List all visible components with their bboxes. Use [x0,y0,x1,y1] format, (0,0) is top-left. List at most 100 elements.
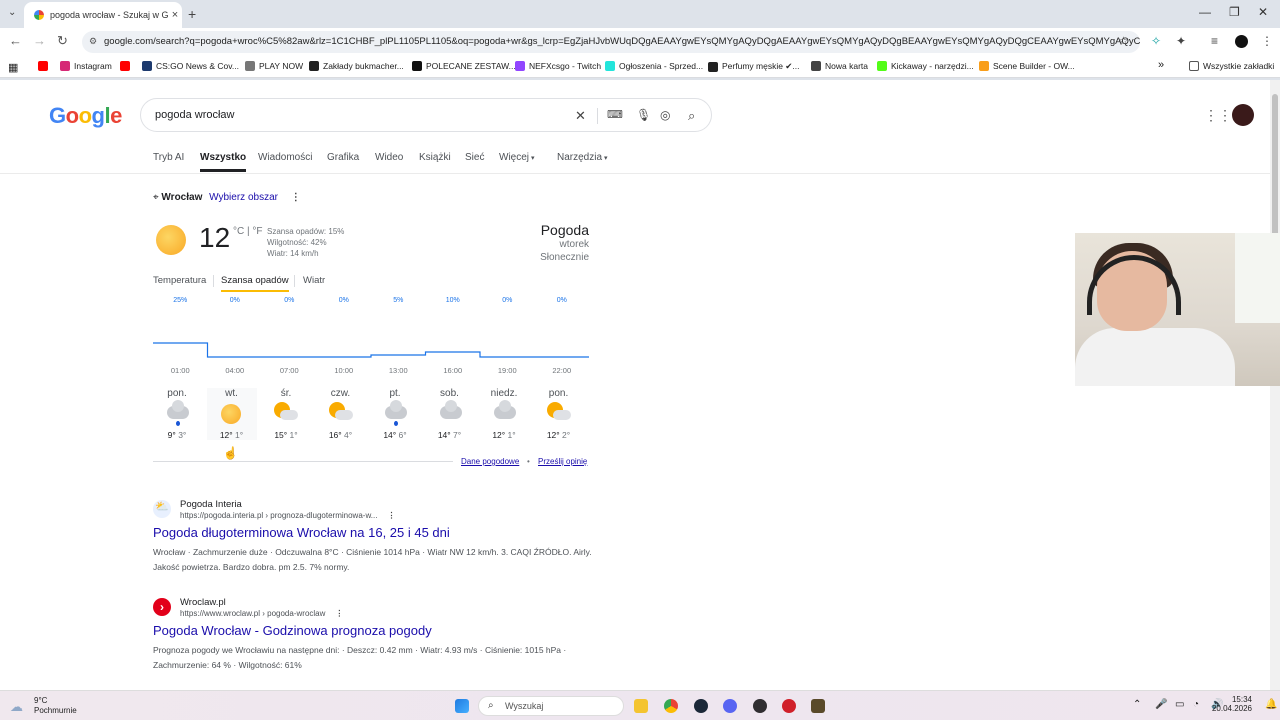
tab-books[interactable]: Książki [419,152,451,163]
start-icon[interactable] [455,699,469,713]
forecast-day[interactable]: czw. 16° 4° [316,388,366,440]
tab-web[interactable]: Sieć [465,152,484,163]
tab-videos[interactable]: Wideo [375,152,403,163]
all-bookmarks-folder[interactable]: Wszystkie zakładki [1189,61,1274,71]
notifications-icon[interactable]: 🔔 [1265,699,1277,710]
bookmark-item[interactable] [120,61,134,71]
bookmark-item[interactable]: PLAY NOW [245,61,303,71]
search-box[interactable]: pogoda wrocław ✕ ⌨ 🎙 ◎ ⌕ [140,98,712,132]
bookmark-item[interactable] [38,61,52,71]
bookmark-item[interactable]: Scene Builder - OW... [979,61,1075,71]
result-site-name[interactable]: Pogoda Interia [180,499,242,510]
tab-all[interactable]: Wszystko [200,152,247,172]
tab-news[interactable]: Wiadomości [258,152,312,163]
bookmark-label: Scene Builder - OW... [993,61,1075,71]
bookmark-item[interactable]: CS:GO News & Cov... [142,61,239,71]
forecast-day[interactable]: pon. 9° 3° [152,388,202,440]
app-icon[interactable] [782,699,796,713]
discord-icon[interactable] [723,699,737,713]
forecast-day[interactable]: pon. 12° 2° [534,388,584,440]
result-menu-icon[interactable]: ⋮ [387,511,395,520]
profile-avatar-icon[interactable] [1235,35,1248,48]
pick-area-link[interactable]: Wybierz obszar [209,192,278,203]
forecast-day[interactable]: wt. 12° 1° [206,388,257,440]
bookmark-item[interactable]: NEFXcsgo - Twitch [515,61,601,71]
back-icon[interactable]: ← [9,33,22,48]
keyboard-icon[interactable]: ⌨ [607,108,623,121]
bookmark-star-icon[interactable]: ☆ [1118,34,1129,48]
tab-wind[interactable]: Wiatr [303,275,325,286]
menu-icon[interactable]: ⋮ [1261,34,1273,48]
browser-tab[interactable]: pogoda wrocław - Szukaj w Go × [24,2,182,28]
scrollbar-thumb[interactable] [1272,94,1278,244]
weather-data-link[interactable]: Dane pogodowe [461,457,519,466]
tray-chevron-icon[interactable]: ⌃ [1133,699,1141,710]
chrome-icon[interactable] [664,699,678,713]
tab-temperature[interactable]: Temperatura [153,275,206,286]
puzzle-extensions-icon[interactable]: ✦ [1176,34,1186,48]
day-name: czw. [330,388,351,399]
google-logo[interactable]: Google [49,103,122,129]
result-url[interactable]: https://pogoda.interia.pl › prognoza-dlu… [180,511,395,520]
new-tab-button[interactable]: + [188,6,196,22]
address-bar[interactable]: ⚙ google.com/search?q=pogoda+wroc%C5%82a… [82,31,1140,53]
display-icon[interactable]: ▭ [1175,699,1184,710]
result-menu-icon[interactable]: ⋮ [335,609,343,618]
precipitation-label: 0% [557,297,567,304]
bookmark-item[interactable]: POLECANE ZESTAW... [412,61,516,71]
site-info-icon[interactable]: ⚙ [89,36,97,47]
account-avatar[interactable] [1232,104,1254,126]
lens-icon[interactable]: ◎ [660,108,670,122]
taskbar-search[interactable]: ⌕ Wyszukaj [478,696,624,716]
search-icon[interactable]: ⌕ [688,108,695,124]
day-low: 1° [289,430,298,440]
day-high: 9° [167,430,176,440]
result-title-link[interactable]: Pogoda długoterminowa Wrocław na 16, 25 … [153,525,450,540]
clear-icon[interactable]: ✕ [575,108,586,124]
bookmark-item[interactable]: Zakłady bukmacher... [309,61,404,71]
search-input[interactable]: pogoda wrocław [155,109,235,121]
forward-icon[interactable]: → [33,33,46,48]
more-options-icon[interactable]: ⋮ [291,192,301,203]
chevron-down-icon: ▾ [531,155,535,162]
apps-icon[interactable]: ▦ [8,61,18,74]
minimize-icon[interactable]: — [1199,5,1211,19]
feedback-link[interactable]: Prześlij opinię [538,457,587,466]
forecast-day[interactable]: pt. 14° 6° [370,388,420,440]
close-window-icon[interactable]: ✕ [1258,5,1268,19]
obs-icon[interactable] [753,699,767,713]
media-icon[interactable]: ≡ [1211,34,1218,48]
bookmark-item[interactable]: Perfumy męskie ✔... [708,61,800,72]
unit-toggle[interactable]: °C | °F [233,226,262,237]
tab-tools[interactable]: Narzędzia [557,152,602,163]
tab-more[interactable]: Więcej [499,152,529,163]
steam-icon[interactable] [694,699,708,713]
tab-ai-mode[interactable]: Tryb AI [153,152,184,163]
bookmark-item[interactable]: Ogłoszenia - Sprzed... [605,61,703,71]
bookmark-label: CS:GO News & Cov... [156,61,239,71]
game-icon[interactable] [811,699,825,713]
tab-precipitation[interactable]: Szansa opadów [221,275,289,292]
bookmark-item[interactable]: Nowa karta [811,61,868,71]
partly-cloudy-icon [261,402,311,428]
voice-search-icon[interactable]: 🎙 [636,108,651,122]
reload-icon[interactable]: ↻ [57,33,68,49]
result-site-name[interactable]: Wroclaw.pl [180,597,226,608]
result-url[interactable]: https://www.wroclaw.pl › pogoda-wroclaw ⋮ [180,609,343,618]
bookmark-item[interactable]: Instagram [60,61,112,71]
file-explorer-icon[interactable] [634,699,648,713]
bookmarks-more-button[interactable]: » [1158,59,1164,71]
forecast-day[interactable]: śr. 15° 1° [261,388,311,440]
tab-search-icon[interactable]: ⌄ [8,7,16,18]
all-bookmarks-label: Wszystkie zakładki [1203,61,1275,71]
maximize-icon[interactable]: ❐ [1229,5,1240,19]
result-title-link[interactable]: Pogoda Wrocław - Godzinowa prognoza pogo… [153,623,432,638]
bookmark-item[interactable]: Kickaway - narzędzi... [877,61,974,71]
tab-close-icon[interactable]: × [168,9,182,21]
forecast-day[interactable]: sob. 14° 7° [425,388,475,440]
mic-icon[interactable]: 🎤 [1155,699,1167,710]
extension-icon[interactable]: ✧ [1151,34,1161,48]
tab-images[interactable]: Grafika [327,152,359,163]
clock[interactable]: 15:34 20.04.2026 [1212,695,1252,713]
forecast-day[interactable]: niedz. 12° 1° [479,388,529,440]
